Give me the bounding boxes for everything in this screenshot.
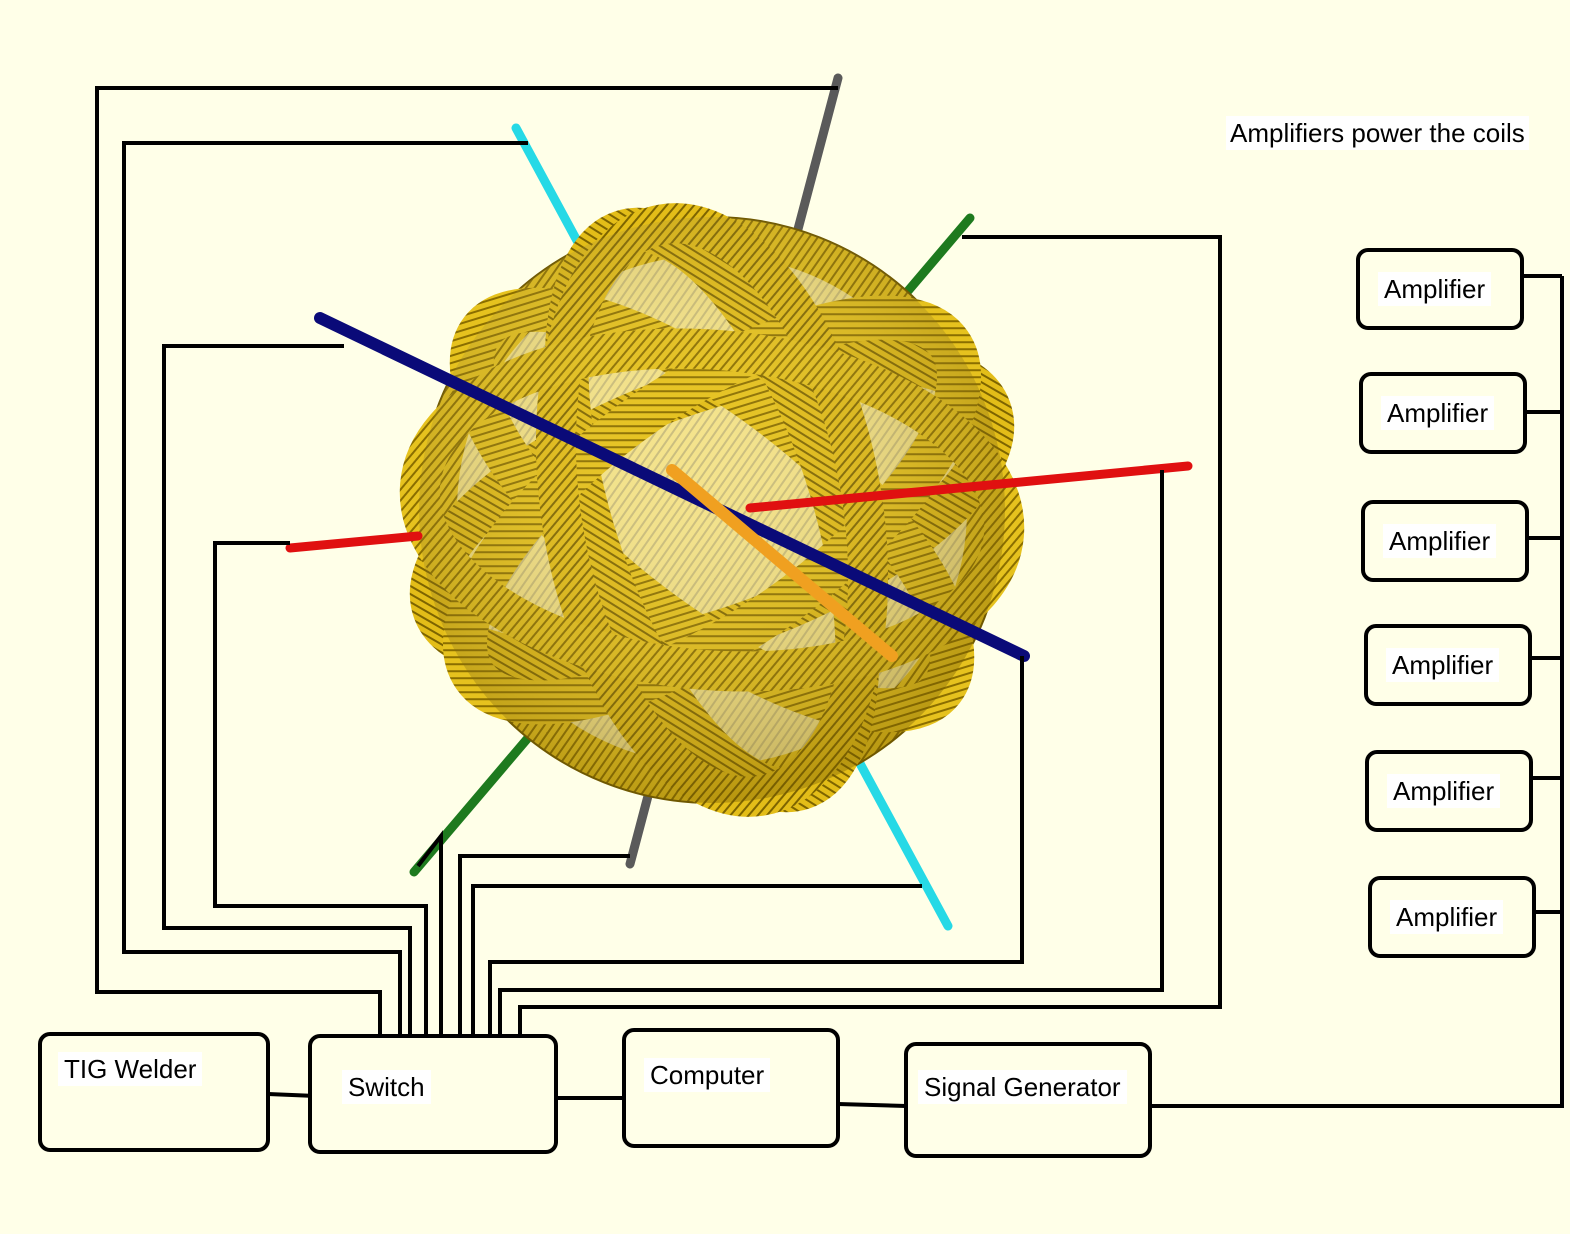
amplifier-box-5: Amplifier	[1365, 750, 1533, 832]
signal-generator-label: Signal Generator	[918, 1070, 1127, 1104]
switch-box: Switch	[308, 1034, 558, 1154]
amplifier-label: Amplifier	[1381, 396, 1495, 430]
amplifier-box-2: Amplifier	[1359, 372, 1527, 454]
amplifier-label: Amplifier	[1386, 648, 1500, 682]
tig-welder-label: TIG Welder	[58, 1052, 203, 1086]
axis-rod-red-left	[285, 531, 423, 553]
amplifier-label: Amplifier	[1383, 524, 1497, 558]
wire-computer-signal	[837, 1102, 907, 1108]
signal-generator-box: Signal Generator	[904, 1042, 1152, 1158]
computer-label: Computer	[644, 1058, 771, 1092]
amplifier-box-1: Amplifier	[1356, 248, 1524, 330]
computer-box: Computer	[622, 1028, 840, 1148]
amplifier-label: Amplifier	[1378, 272, 1492, 306]
wire-red-left	[213, 541, 428, 1034]
amplifier-label: Amplifier	[1390, 900, 1504, 934]
tig-welder-box: TIG Welder	[38, 1032, 270, 1152]
diagram-caption: Amplifiers power the coils	[1226, 116, 1529, 150]
wire-blue-left	[162, 344, 412, 1034]
amplifier-box-6: Amplifier	[1368, 876, 1536, 958]
amplifier-label: Amplifier	[1387, 774, 1501, 808]
coil-wiring-diagram: Amplifiers power the coils Amplifier Amp…	[0, 0, 1570, 1234]
amplifier-box-3: Amplifier	[1361, 500, 1529, 582]
amplifier-box-4: Amplifier	[1364, 624, 1532, 706]
switch-label: Switch	[342, 1070, 431, 1104]
